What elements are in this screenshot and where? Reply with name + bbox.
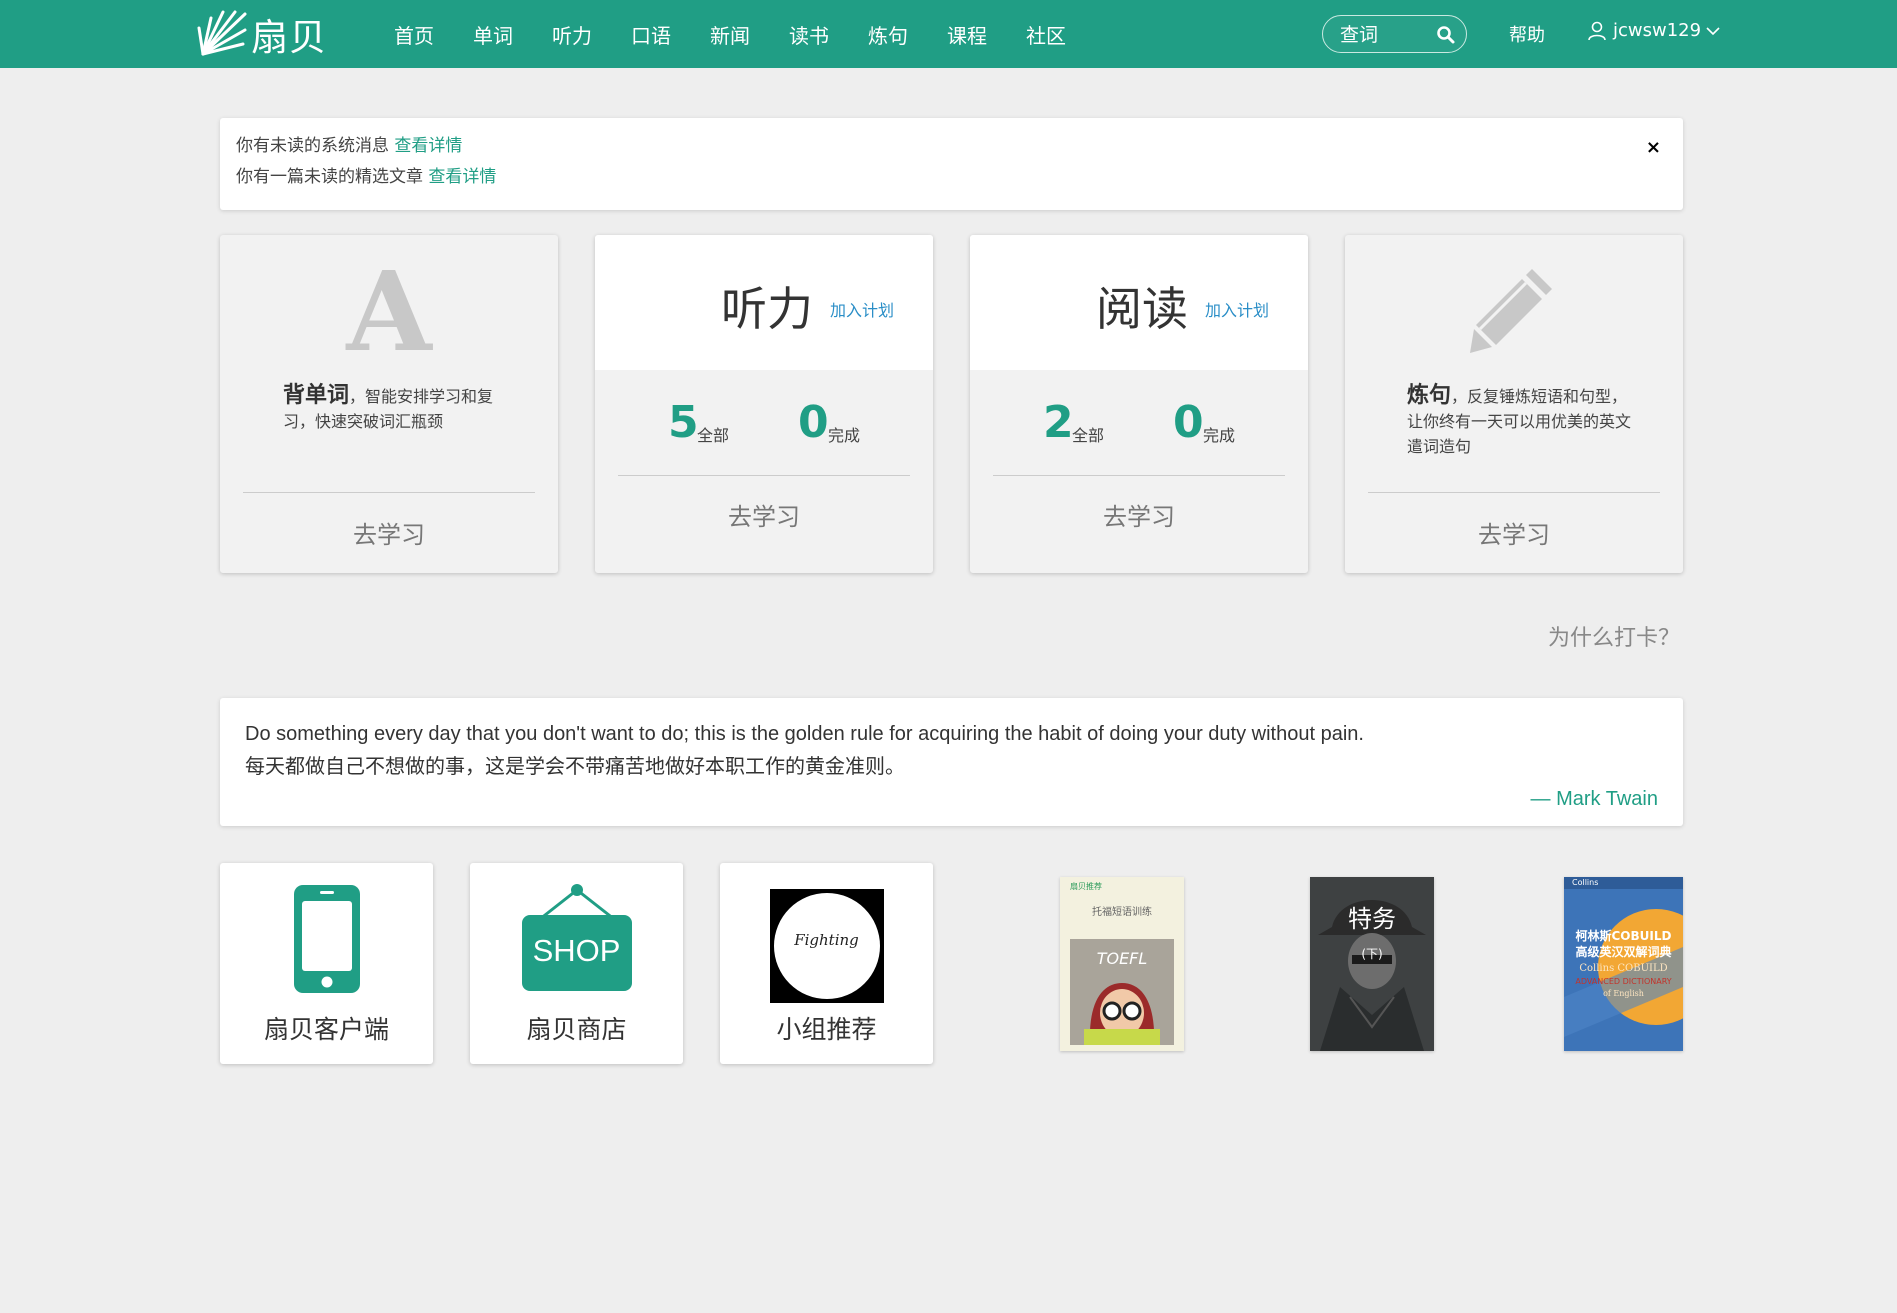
letter-a-icon: A <box>346 247 432 376</box>
daily-quote: Do something every day that you don't wa… <box>220 698 1683 826</box>
vocab-card: A 背单词，智能安排学习和复习，快速突破词汇瓶颈 去学习 <box>220 235 558 573</box>
reading-done-label: 完成 <box>1203 426 1236 445</box>
word-search-input[interactable] <box>1340 23 1440 47</box>
nav-listening[interactable]: 听力 <box>552 20 592 49</box>
listening-total-label: 全部 <box>697 426 730 445</box>
collins-title-en-3: of English <box>1603 989 1644 998</box>
group-recommend-tile[interactable]: Fighting 小组推荐 <box>720 863 933 1064</box>
reading-add-plan-link[interactable]: 加入计划 <box>1205 297 1269 321</box>
book-agent-subtitle: (下) <box>1361 947 1383 961</box>
help-link[interactable]: 帮助 <box>1509 21 1545 47</box>
girl-illustration-icon <box>1084 983 1160 1045</box>
nav-vocab[interactable]: 单词 <box>473 20 513 49</box>
nav-reading[interactable]: 读书 <box>789 20 829 49</box>
shop-tile[interactable]: SHOP 扇贝商店 <box>470 863 683 1064</box>
nav-news[interactable]: 新闻 <box>710 20 750 49</box>
group-recommend-label: 小组推荐 <box>776 1015 877 1044</box>
notice-system-message: 你有未读的系统消息 查看详情 <box>236 131 1667 162</box>
nav-speaking[interactable]: 口语 <box>631 20 671 49</box>
collins-title-zh-2: 高级英汉双解词典 <box>1575 945 1672 959</box>
shop-sign-text: SHOP <box>532 933 621 968</box>
collins-title-en-2: ADVANCED DICTIONARY <box>1575 977 1672 986</box>
nav-courses[interactable]: 课程 <box>947 20 987 49</box>
chevron-down-icon <box>1706 26 1720 35</box>
listening-done-label: 完成 <box>828 426 861 445</box>
book-agent-title: 特务 <box>1348 905 1396 933</box>
main-nav: 首页 单词 听力 口语 新闻 读书 炼句 课程 社区 <box>394 0 1105 68</box>
book-toefl-title: 托福短语训练 <box>1092 907 1152 918</box>
listening-add-plan-link[interactable]: 加入计划 <box>830 297 894 321</box>
listening-title: 听力 <box>721 282 813 336</box>
quote-chinese: 每天都做自己不想做的事，这是学会不带痛苦地做好本职工作的黄金准则。 <box>245 756 905 778</box>
divider <box>618 475 910 476</box>
listening-card-header: 听力 加入计划 <box>595 235 933 370</box>
quote-english: Do something every day that you don't wa… <box>245 723 1364 745</box>
why-checkin-link[interactable]: 为什么打卡？ <box>1548 620 1680 652</box>
sentence-title: 炼句 <box>1407 383 1452 408</box>
collins-title-en-1: Collins COBUILD <box>1579 963 1668 974</box>
mobile-phone-icon <box>293 885 360 993</box>
book-toefl-header: 扇贝推荐 <box>1070 882 1102 891</box>
sentence-description: 炼句，反复锤炼短语和句型，让你终有一天可以用优美的英文遣词造句 <box>1407 383 1637 459</box>
pencil-icon-wrap <box>1345 265 1683 355</box>
username: jcwsw129 <box>1613 20 1702 41</box>
notice-system-link[interactable]: 查看详情 <box>394 136 462 156</box>
group-logo: Fighting <box>769 889 884 1003</box>
collins-brand: Collins <box>1572 878 1599 887</box>
pencil-icon <box>1470 269 1552 353</box>
search-icon[interactable] <box>1436 25 1456 45</box>
reading-done-count: 0 <box>1173 397 1204 448</box>
group-logo-text: Fighting <box>794 931 859 949</box>
notice-article-message: 你有一篇未读的精选文章 查看详情 <box>236 162 1667 193</box>
book-agent[interactable]: 特务 (下) <box>1310 877 1434 1051</box>
divider <box>1368 492 1660 493</box>
divider <box>993 475 1285 476</box>
listening-card: 听力 加入计划 5 全部 0 完成 去学习 <box>595 235 933 573</box>
notice-article-text: 你有一篇未读的精选文章 <box>236 167 423 187</box>
vocab-description: 背单词，智能安排学习和复习，快速突破词汇瓶颈 <box>283 383 513 434</box>
sentence-study-button[interactable]: 去学习 <box>1345 515 1683 550</box>
nav-community[interactable]: 社区 <box>1026 20 1066 49</box>
logo[interactable]: 扇贝 <box>197 8 327 60</box>
book-collins-dictionary[interactable]: Collins 柯林斯COBUILD 高级英汉双解词典 Collins COBU… <box>1564 877 1683 1051</box>
nav-sentence[interactable]: 炼句 <box>868 20 908 49</box>
client-app-label: 扇贝客户端 <box>263 1015 389 1044</box>
divider <box>243 492 535 493</box>
collins-title-zh-1: 柯林斯COBUILD <box>1575 929 1672 943</box>
reading-card: 阅读 加入计划 2 全部 0 完成 去学习 <box>970 235 1308 573</box>
listening-total-count: 5 <box>668 397 699 448</box>
logo-fan-icon <box>197 10 247 56</box>
word-search-box <box>1322 15 1467 53</box>
nav-home[interactable]: 首页 <box>394 20 434 49</box>
reading-title: 阅读 <box>1096 282 1188 336</box>
vocab-title: 背单词 <box>283 383 350 408</box>
listening-study-button[interactable]: 去学习 <box>595 497 933 532</box>
reading-study-button[interactable]: 去学习 <box>970 497 1308 532</box>
quote-author: — Mark Twain <box>1530 788 1658 810</box>
listening-done-count: 0 <box>798 397 829 448</box>
user-icon <box>1588 21 1606 40</box>
notification-panel: 你有未读的系统消息 查看详情 你有一篇未读的精选文章 查看详情 × <box>220 118 1683 210</box>
notice-system-text: 你有未读的系统消息 <box>236 136 389 156</box>
top-navbar: 扇贝 首页 单词 听力 口语 新闻 读书 炼句 课程 社区 帮助 jcwsw12… <box>0 0 1897 68</box>
client-app-tile[interactable]: 扇贝客户端 <box>220 863 433 1064</box>
book-toefl-cover-word: TOEFL <box>1096 949 1148 968</box>
logo-text: 扇贝 <box>251 16 327 59</box>
close-icon[interactable]: × <box>1646 132 1661 163</box>
user-menu[interactable]: jcwsw129 <box>1588 20 1727 41</box>
book-toefl-phrases[interactable]: 扇贝推荐 托福短语训练 TOEFL <box>1060 877 1184 1051</box>
vocab-study-button[interactable]: 去学习 <box>220 515 558 550</box>
reading-total-count: 2 <box>1043 397 1074 448</box>
reading-card-header: 阅读 加入计划 <box>970 235 1308 370</box>
reading-total-label: 全部 <box>1072 426 1105 445</box>
notice-article-link[interactable]: 查看详情 <box>428 167 496 187</box>
sentence-card: 炼句，反复锤炼短语和句型，让你终有一天可以用优美的英文遣词造句 去学习 <box>1345 235 1683 573</box>
shop-label: 扇贝商店 <box>526 1015 627 1044</box>
